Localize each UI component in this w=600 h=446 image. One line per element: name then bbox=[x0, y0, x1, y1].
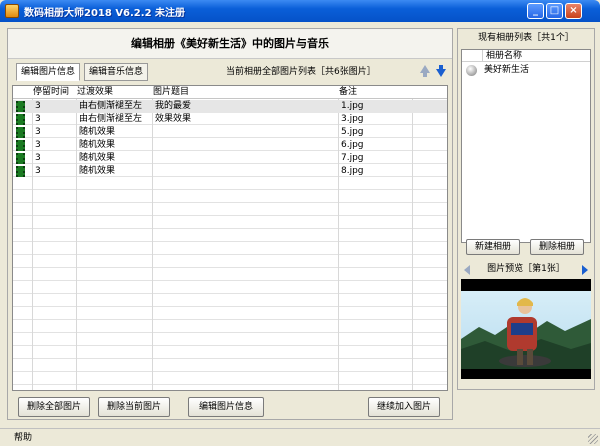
table-row[interactable]: 3 随机效果 7.jpg bbox=[13, 152, 447, 165]
cell-transition: 由右侧渐褪至左 bbox=[79, 114, 143, 124]
cell-note: 7.jpg bbox=[341, 153, 364, 163]
preview-header: 图片预览［第1张］ bbox=[458, 261, 594, 277]
cell-note: 6.jpg bbox=[341, 140, 364, 150]
help-link[interactable]: 帮助 bbox=[14, 432, 32, 444]
delete-current-image-button[interactable]: 删除当前图片 bbox=[98, 397, 170, 417]
resize-grip-icon[interactable] bbox=[588, 434, 598, 444]
cell-duration: 3 bbox=[35, 166, 41, 176]
preview-photo bbox=[461, 279, 591, 379]
edit-image-info-button[interactable]: 编辑图片信息 bbox=[188, 397, 264, 417]
film-icon bbox=[16, 127, 25, 138]
cell-title: 效果效果 bbox=[155, 114, 192, 124]
table-row[interactable]: 3 随机效果 5.jpg bbox=[13, 126, 447, 139]
maximize-button[interactable]: □ bbox=[546, 3, 563, 19]
album-name: 美好新生活 bbox=[484, 65, 530, 75]
cell-note: 3.jpg bbox=[341, 114, 364, 124]
cell-duration: 3 bbox=[35, 140, 41, 150]
list-item[interactable]: 美好新生活 bbox=[462, 64, 590, 77]
cell-transition: 随机效果 bbox=[79, 166, 116, 176]
window-title: 数码相册大师2018 V6.2.2 未注册 bbox=[24, 8, 186, 19]
move-down-icon[interactable] bbox=[436, 65, 446, 77]
title-bar: 数码相册大师2018 V6.2.2 未注册 _ □ × bbox=[0, 0, 600, 22]
preview-title: 图片预览［第1张］ bbox=[487, 264, 565, 274]
film-icon bbox=[16, 153, 25, 164]
cell-transition: 由右侧渐褪至左 bbox=[79, 101, 143, 111]
film-icon bbox=[16, 114, 25, 125]
next-image-icon[interactable] bbox=[582, 265, 588, 275]
app-icon bbox=[5, 4, 19, 18]
delete-album-button[interactable]: 删除相册 bbox=[530, 239, 584, 255]
image-preview bbox=[461, 279, 591, 379]
tab-edit-music-info[interactable]: 编辑音乐信息 bbox=[84, 63, 149, 81]
delete-all-images-button[interactable]: 删除全部图片 bbox=[18, 397, 90, 417]
cell-note: 1.jpg bbox=[341, 101, 364, 111]
table-header: 停留时间 过渡效果 图片题目 备注 bbox=[13, 86, 447, 99]
image-table[interactable]: 停留时间 过渡效果 图片题目 备注 3 由右侧渐褪至左 我的最爱 1.jpg 3… bbox=[12, 85, 448, 391]
cell-duration: 3 bbox=[35, 127, 41, 137]
table-row[interactable]: 3 随机效果 8.jpg bbox=[13, 165, 447, 178]
column-header-transition[interactable]: 过渡效果 bbox=[77, 86, 113, 99]
new-album-button[interactable]: 新建相册 bbox=[466, 239, 520, 255]
column-header-title[interactable]: 图片题目 bbox=[153, 86, 189, 99]
table-row[interactable]: 3 随机效果 6.jpg bbox=[13, 139, 447, 152]
album-list-title: 现有相册列表［共1个］ bbox=[478, 33, 574, 43]
cell-note: 8.jpg bbox=[341, 166, 364, 176]
column-header-note[interactable]: 备注 bbox=[339, 86, 357, 99]
status-bar: 帮助 bbox=[0, 428, 600, 446]
cell-transition: 随机效果 bbox=[79, 127, 116, 137]
continue-add-images-button[interactable]: 继续加入图片 bbox=[368, 397, 440, 417]
move-up-icon[interactable] bbox=[420, 65, 430, 77]
cell-note: 5.jpg bbox=[341, 127, 364, 137]
album-sidebar: 现有相册列表［共1个］ 相册名称 美好新生活 新建相册 删除相册 图片预览［第1… bbox=[457, 28, 595, 390]
cell-duration: 3 bbox=[35, 153, 41, 163]
close-button[interactable]: × bbox=[565, 3, 582, 19]
album-column-header: 相册名称 bbox=[462, 50, 590, 62]
main-panel: 编辑相册《美好新生活》中的图片与音乐 编辑图片信息 编辑音乐信息 当前相册全部图… bbox=[7, 28, 453, 420]
cell-transition: 随机效果 bbox=[79, 140, 116, 150]
film-icon bbox=[16, 140, 25, 151]
image-list-title: 当前相册全部图片列表［共6张图片］ bbox=[226, 67, 376, 77]
tab-edit-image-info[interactable]: 编辑图片信息 bbox=[16, 63, 81, 81]
column-header-duration[interactable]: 停留时间 bbox=[33, 86, 69, 99]
table-row[interactable]: 3 由右侧渐褪至左 效果效果 3.jpg bbox=[13, 113, 447, 126]
tab-bar: 编辑图片信息 编辑音乐信息 当前相册全部图片列表［共6张图片］ bbox=[12, 63, 448, 81]
minimize-button[interactable]: _ bbox=[527, 3, 544, 19]
page-title: 编辑相册《美好新生活》中的图片与音乐 bbox=[8, 29, 452, 59]
cell-duration: 3 bbox=[35, 101, 41, 111]
cell-transition: 随机效果 bbox=[79, 153, 116, 163]
cell-title: 我的最爱 bbox=[155, 101, 192, 111]
album-list[interactable]: 相册名称 美好新生活 bbox=[461, 49, 591, 243]
cell-duration: 3 bbox=[35, 114, 41, 124]
table-row[interactable]: 3 由右侧渐褪至左 我的最爱 1.jpg bbox=[13, 100, 447, 113]
film-icon bbox=[16, 101, 25, 112]
film-icon bbox=[16, 166, 25, 177]
album-icon bbox=[466, 65, 477, 76]
